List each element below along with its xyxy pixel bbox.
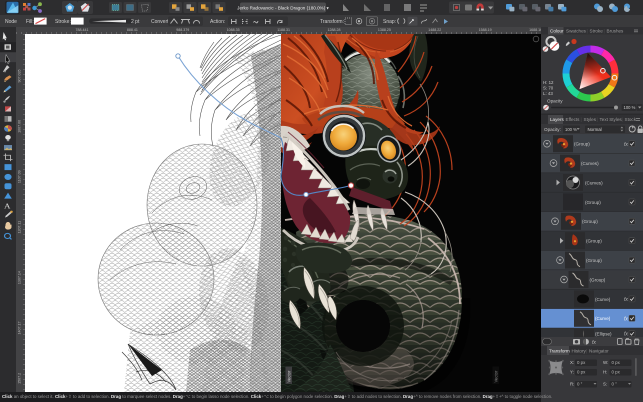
svg-text:100 %: 100 %: [565, 127, 577, 132]
svg-text:Node: Node: [5, 19, 17, 25]
svg-text:R:: R:: [570, 382, 574, 387]
svg-text:X:: X:: [570, 360, 574, 365]
svg-text:Effects: Effects: [566, 117, 581, 122]
svg-text:0 px: 0 px: [577, 360, 586, 365]
svg-text:Swatches: Swatches: [566, 28, 587, 33]
svg-text:0 px: 0 px: [612, 370, 621, 375]
svg-text:Convert:: Convert:: [151, 19, 170, 25]
svg-text:Opacity:: Opacity:: [544, 127, 561, 132]
svg-text:0 °: 0 °: [577, 382, 583, 387]
svg-text:Opacity: Opacity: [547, 99, 563, 104]
svg-text:L: 43: L: 43: [543, 91, 553, 96]
svg-text:1207.11: 1207.11: [18, 221, 22, 234]
svg-text:Stock: Stock: [625, 117, 637, 122]
svg-text:Action:: Action:: [210, 19, 225, 25]
svg-text:0 px: 0 px: [577, 370, 586, 375]
svg-text:|: |: [597, 117, 598, 122]
svg-text:1007.06: 1007.06: [18, 120, 22, 133]
svg-text:100 %: 100 %: [624, 105, 636, 110]
svg-text:A: A: [4, 202, 10, 210]
svg-text:Jerko Radovancic - Black Drago: Jerko Radovancic - Black Dragon (180.0%)…: [237, 6, 329, 11]
svg-text:(Group): (Group): [585, 200, 601, 205]
svg-text:(Curve): (Curve): [595, 316, 611, 321]
svg-text:907.035: 907.035: [18, 70, 22, 83]
svg-text:|: |: [587, 28, 588, 33]
svg-text:Layers: Layers: [550, 117, 564, 122]
svg-text:|: |: [604, 28, 605, 33]
svg-text:|: |: [622, 117, 623, 122]
svg-text:fx: fx: [624, 297, 628, 303]
svg-text:2 pt: 2 pt: [131, 19, 140, 25]
svg-text:(Group): (Group): [574, 142, 590, 147]
svg-text:S:: S:: [603, 382, 607, 387]
svg-text:(Group): (Group): [586, 239, 602, 244]
svg-text:Brushes: Brushes: [607, 28, 625, 33]
svg-text:(Curves): (Curves): [585, 180, 603, 185]
svg-text:Navigator: Navigator: [589, 348, 609, 353]
svg-text:1407.17: 1407.17: [18, 322, 22, 335]
svg-text:History: History: [572, 348, 587, 353]
svg-text:Normal: Normal: [588, 127, 602, 132]
svg-text:1507.2: 1507.2: [18, 373, 22, 384]
svg-text:Transform:: Transform:: [320, 19, 344, 25]
svg-text:Vector: Vector: [494, 370, 499, 382]
svg-text:fx: fx: [624, 316, 628, 322]
svg-text:0 °: 0 °: [612, 382, 618, 387]
svg-text:Transform: Transform: [549, 348, 570, 353]
svg-text:(Curve): (Curve): [595, 297, 611, 302]
svg-text:(Group): (Group): [586, 258, 602, 263]
svg-text:Snap:: Snap:: [383, 19, 396, 25]
svg-text:1107.09: 1107.09: [18, 170, 22, 183]
svg-text:Stroke: Stroke: [590, 28, 604, 33]
svg-text:Styles: Styles: [584, 117, 597, 122]
svg-text:(Group): (Group): [590, 277, 606, 282]
svg-text:|: |: [586, 348, 587, 353]
svg-text:W:: W:: [603, 360, 608, 365]
svg-text:Text Styles: Text Styles: [600, 117, 623, 122]
svg-text:Vector: Vector: [287, 370, 292, 382]
svg-text:fx: fx: [624, 142, 628, 148]
svg-text:1307.14: 1307.14: [18, 271, 22, 284]
svg-text:0 px: 0 px: [612, 360, 621, 365]
svg-text:fx: fx: [592, 340, 596, 346]
svg-text:H: 12: H: 12: [543, 80, 554, 85]
svg-text:Stroke:: Stroke:: [55, 19, 71, 25]
svg-text:|: |: [581, 117, 582, 122]
svg-text:H:: H:: [603, 370, 607, 375]
svg-text:(Ellipse): (Ellipse): [595, 332, 612, 337]
svg-text:Colour: Colour: [550, 28, 564, 33]
svg-text:Y:: Y:: [570, 370, 574, 375]
svg-text:Fill:: Fill:: [26, 19, 34, 25]
svg-text:(Group): (Group): [582, 219, 598, 224]
svg-text:(Curves): (Curves): [581, 161, 599, 166]
svg-text:S: 70: S: 70: [543, 86, 554, 91]
